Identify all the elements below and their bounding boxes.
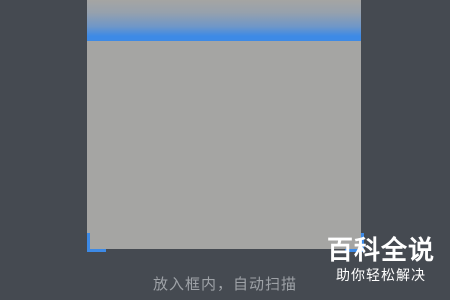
watermark-subtitle: 助你轻松解决 [336, 268, 426, 284]
scan-line [87, 0, 361, 41]
watermark-title: 百科全说 [326, 236, 435, 266]
scan-viewfinder [87, 0, 361, 249]
viewfinder-corner-bottom-left [87, 233, 106, 252]
watermark-logo: 百科全说 助你轻松解决 [319, 236, 443, 294]
scanner-screen: 放入框内，自动扫描 百科全说 助你轻松解决 [0, 0, 450, 300]
